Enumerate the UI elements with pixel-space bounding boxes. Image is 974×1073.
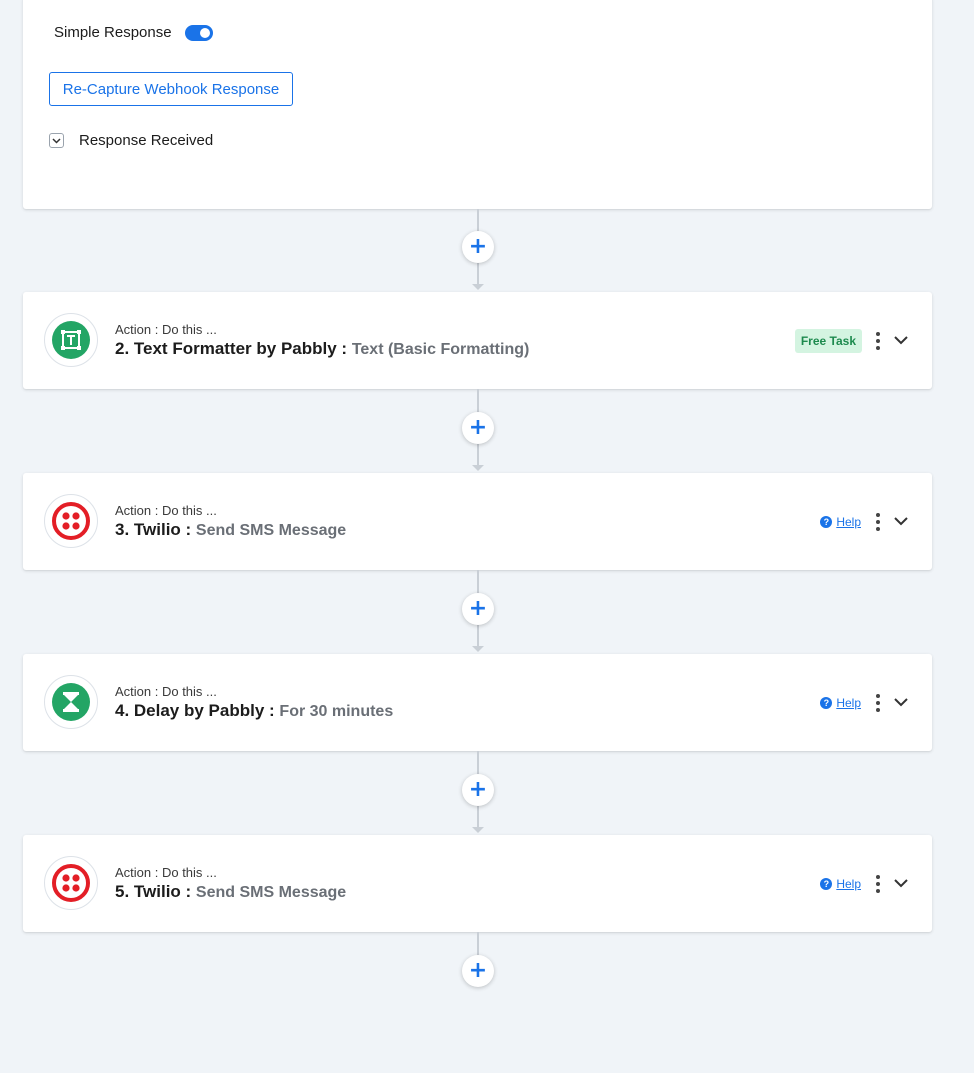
step-title: 3. Twilio : Send SMS Message (115, 520, 346, 540)
toggle-knob (199, 27, 210, 38)
step-detail: Send SMS Message (195, 522, 347, 539)
step-detail: For 30 minutes (279, 703, 394, 720)
help-label[interactable]: Help (836, 515, 861, 529)
more-options-icon[interactable] (875, 873, 881, 894)
add-step-button[interactable]: + (462, 774, 494, 806)
recapture-webhook-button[interactable]: Re-Capture Webhook Response (49, 72, 293, 106)
step-card-delay[interactable]: Action : Do this ... 4. Delay by Pabbly … (23, 654, 932, 751)
add-step-button[interactable]: + (462, 955, 494, 987)
step-name: 3. Twilio : (115, 520, 192, 539)
add-step-button[interactable]: + (462, 231, 494, 263)
step-card-twilio[interactable]: Action : Do this ... 3. Twilio : Send SM… (23, 473, 932, 570)
step-name: 5. Twilio : (115, 882, 192, 901)
twilio-icon (44, 494, 98, 548)
step-tools: ? Help (820, 473, 908, 570)
chevron-down-icon[interactable] (894, 334, 908, 348)
chevron-down-icon[interactable] (894, 696, 908, 710)
twilio-icon (44, 856, 98, 910)
simple-response-row: Simple Response (54, 24, 213, 41)
question-icon: ? (820, 515, 833, 528)
connector-arrow (472, 827, 484, 833)
step-subtitle: Action : Do this ... (115, 684, 217, 699)
hourglass-icon (44, 675, 98, 729)
help-link[interactable]: ? Help (820, 696, 861, 710)
step-tools: ? Help (820, 835, 908, 932)
step-title: 2. Text Formatter by Pabbly : Text (Basi… (115, 339, 529, 359)
response-received-row[interactable]: Response Received (49, 132, 213, 149)
step-name: 4. Delay by Pabbly : (115, 701, 275, 720)
help-label[interactable]: Help (836, 877, 861, 891)
question-icon: ? (820, 877, 833, 890)
step-tools: ? Help (820, 654, 908, 751)
text-formatter-icon (44, 313, 98, 367)
connector-arrow (472, 646, 484, 652)
step-card-text-formatter[interactable]: Action : Do this ... 2. Text Formatter b… (23, 292, 932, 389)
connector-arrow (472, 284, 484, 290)
chevron-down-icon[interactable] (894, 515, 908, 529)
step-subtitle: Action : Do this ... (115, 503, 217, 518)
step-name: 2. Text Formatter by Pabbly : (115, 339, 348, 358)
more-options-icon[interactable] (875, 330, 881, 351)
step-title: 4. Delay by Pabbly : For 30 minutes (115, 701, 393, 721)
step-subtitle: Action : Do this ... (115, 322, 217, 337)
simple-response-label: Simple Response (54, 24, 172, 41)
step-card-twilio-2[interactable]: Action : Do this ... 5. Twilio : Send SM… (23, 835, 932, 932)
add-step-button[interactable]: + (462, 593, 494, 625)
more-options-icon[interactable] (875, 692, 881, 713)
add-step-button[interactable]: + (462, 412, 494, 444)
help-label[interactable]: Help (836, 696, 861, 710)
step-tools: Free Task (794, 292, 908, 389)
simple-response-toggle[interactable] (184, 24, 213, 41)
step-subtitle: Action : Do this ... (115, 865, 217, 880)
chevron-down-icon[interactable] (894, 877, 908, 891)
step-detail: Send SMS Message (195, 884, 347, 901)
step-detail: Text (Basic Formatting) (351, 341, 530, 358)
step-title: 5. Twilio : Send SMS Message (115, 882, 346, 902)
chevron-down-icon[interactable] (49, 133, 64, 148)
response-received-label: Response Received (79, 132, 214, 149)
more-options-icon[interactable] (875, 511, 881, 532)
free-task-badge: Free Task (794, 328, 862, 353)
help-link[interactable]: ? Help (820, 877, 861, 891)
connector-arrow (472, 465, 484, 471)
question-icon: ? (820, 696, 833, 709)
help-link[interactable]: ? Help (820, 515, 861, 529)
trigger-card: Simple Response Re-Capture Webhook Respo… (23, 0, 932, 209)
